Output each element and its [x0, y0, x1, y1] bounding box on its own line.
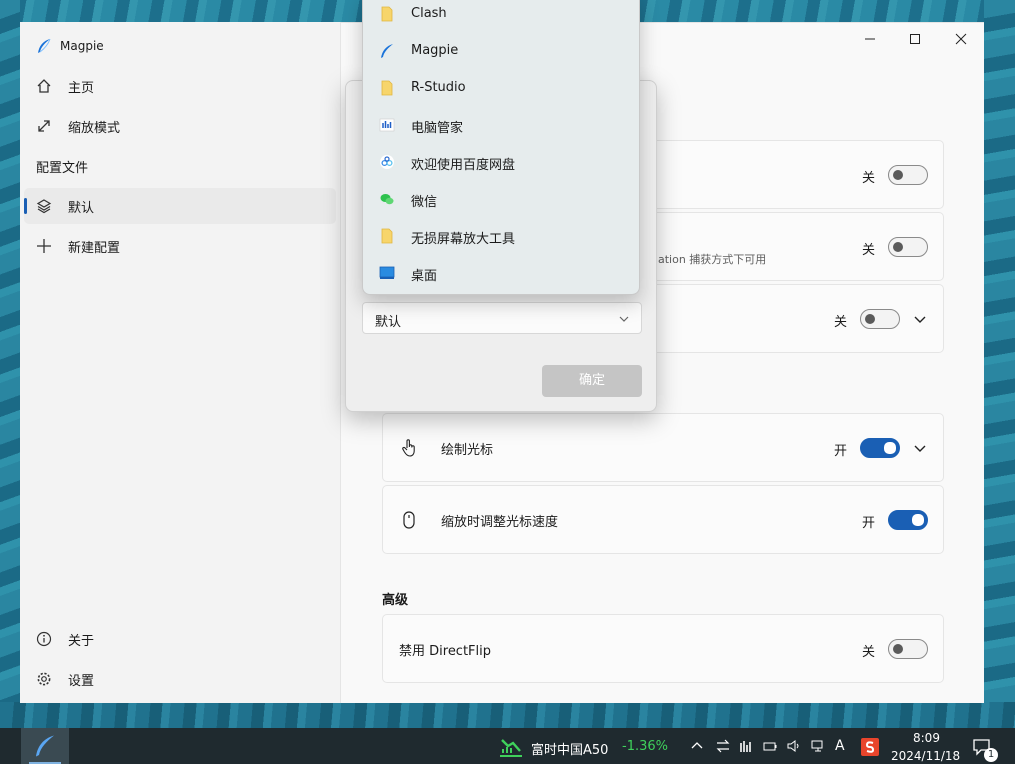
sidebar-item-home[interactable]: 主页: [24, 68, 336, 104]
taskbar-magpie-app[interactable]: [21, 728, 69, 764]
draw-cursor-toggle[interactable]: [860, 438, 900, 458]
stock-name[interactable]: 富时中国A50: [531, 739, 608, 758]
setting-toggle-3[interactable]: [860, 309, 900, 329]
toggle-state-label: 关: [862, 645, 876, 660]
list-item[interactable]: 微信: [363, 180, 639, 217]
toggle-state-label: 开: [862, 516, 876, 531]
folder-icon: [381, 228, 393, 244]
home-icon: [37, 79, 51, 93]
sidebar-item-label: 主页: [68, 81, 95, 96]
list-item[interactable]: 电脑管家: [363, 106, 639, 143]
pc-manager-icon: [379, 118, 395, 132]
volume-icon[interactable]: [787, 739, 801, 753]
battery-icon[interactable]: [763, 739, 777, 753]
taskbar: 富时中国A50 -1.36% A 8:09 2024/11/18 1: [0, 728, 1015, 764]
sidebar-item-label: 默认: [68, 201, 95, 216]
desktop-wallpaper-bottom: [0, 702, 1015, 728]
sidebar-item-scaling-modes[interactable]: 缩放模式: [24, 108, 336, 144]
magpie-feather-icon: [381, 44, 393, 58]
sidebar-item-new-profile[interactable]: 新建配置: [24, 228, 336, 264]
sidebar-item-default-profile[interactable]: 默认: [24, 188, 336, 224]
sidebar-item-label: 设置: [68, 674, 95, 689]
baidu-netdisk-icon: [380, 155, 394, 169]
close-icon[interactable]: [946, 29, 976, 49]
pc-manager-tray-icon[interactable]: [739, 739, 753, 753]
wechat-icon: [380, 194, 394, 205]
magpie-feather-icon: [38, 38, 51, 53]
notification-badge: 1: [984, 748, 998, 762]
folder-icon: [381, 80, 393, 96]
app-title: Magpie: [60, 39, 104, 53]
toggle-state-label: 关: [834, 315, 848, 330]
stock-chart-icon: [500, 739, 522, 757]
cursor-speed-toggle[interactable]: [888, 510, 928, 530]
list-item-label: 欢迎使用百度网盘: [411, 158, 516, 173]
setting-title: 禁用 DirectFlip: [399, 644, 492, 659]
transfer-arrows-icon[interactable]: [716, 739, 730, 753]
setting-card-cursor-speed: 缩放时调整光标速度 开: [382, 485, 944, 554]
maximize-icon[interactable]: [900, 29, 930, 49]
ime-indicator[interactable]: A: [835, 738, 845, 754]
list-item-label: 微信: [411, 195, 438, 210]
list-item-label: 电脑管家: [411, 121, 464, 136]
sidebar: Magpie 主页 缩放模式 配置文件 默认 新建配置 关于 设置: [20, 22, 340, 703]
network-icon[interactable]: [811, 739, 825, 753]
chevron-down-icon[interactable]: [913, 312, 927, 326]
gear-icon: [37, 672, 51, 686]
desktop-wallpaper-left: [0, 0, 20, 728]
setting-card-draw-cursor: 绘制光标 开: [382, 413, 944, 482]
toggle-state-label: 关: [862, 243, 876, 258]
list-item-label: R-Studio: [411, 80, 466, 95]
app-dropdown-list: Clash Magpie R-Studio 电脑管家 欢迎使用百度网盘 微信 无…: [362, 0, 640, 295]
list-item[interactable]: 桌面: [363, 254, 639, 291]
list-item[interactable]: Clash: [363, 0, 639, 32]
info-icon: [36, 631, 52, 647]
list-item[interactable]: R-Studio: [363, 69, 639, 106]
setting-title: 绘制光标: [441, 443, 494, 458]
profiles-section-header: 配置文件: [36, 161, 89, 176]
advanced-section-header: 高级: [382, 593, 409, 608]
list-item[interactable]: Magpie: [363, 32, 639, 69]
toggle-state-label: 关: [862, 171, 876, 186]
sidebar-item-label: 缩放模式: [68, 121, 121, 136]
resize-arrows-icon: [38, 120, 50, 132]
chevron-down-icon[interactable]: [913, 441, 927, 455]
setting-card-directflip: 禁用 DirectFlip 关: [382, 614, 944, 683]
toggle-state-label: 开: [834, 444, 848, 459]
setting-description: ation 捕获方式下可用: [658, 253, 767, 266]
setting-toggle-2[interactable]: [888, 237, 928, 257]
chevron-down-icon: [619, 316, 629, 322]
setting-toggle-1[interactable]: [888, 165, 928, 185]
folder-icon: [381, 6, 393, 22]
list-item-label: Magpie: [411, 43, 459, 58]
desktop-wallpaper-right: [984, 0, 1015, 728]
selection-indicator: [24, 198, 27, 214]
plus-icon: [37, 239, 51, 253]
stock-change: -1.36%: [622, 739, 668, 754]
combo-selected-value: 默认: [375, 315, 402, 330]
layers-icon: [36, 199, 52, 214]
sogou-input-icon[interactable]: [861, 738, 879, 756]
directflip-toggle[interactable]: [888, 639, 928, 659]
sidebar-item-label: 关于: [68, 634, 95, 649]
sidebar-item-settings[interactable]: 设置: [24, 661, 336, 697]
list-item-label: 无损屏幕放大工具: [411, 232, 516, 247]
sidebar-item-label: 新建配置: [68, 241, 121, 256]
list-item[interactable]: 无损屏幕放大工具: [363, 217, 639, 254]
profile-select-combobox[interactable]: 默认: [362, 302, 642, 334]
list-item[interactable]: 欢迎使用百度网盘: [363, 143, 639, 180]
clock-date[interactable]: 2024/11/18: [891, 749, 960, 763]
sidebar-item-about[interactable]: 关于: [24, 621, 336, 657]
confirm-button[interactable]: 确定: [542, 365, 642, 397]
setting-title: 缩放时调整光标速度: [441, 515, 559, 530]
list-item-label: Clash: [411, 6, 447, 21]
desktop-icon: [379, 266, 395, 279]
hand-pointer-icon: [402, 439, 415, 457]
mouse-icon: [403, 511, 415, 529]
clock-time[interactable]: 8:09: [913, 731, 940, 745]
magpie-feather-icon: [36, 735, 54, 757]
chevron-up-icon[interactable]: [690, 739, 704, 753]
list-item-label: 桌面: [411, 269, 438, 284]
minimize-icon[interactable]: [855, 29, 885, 49]
